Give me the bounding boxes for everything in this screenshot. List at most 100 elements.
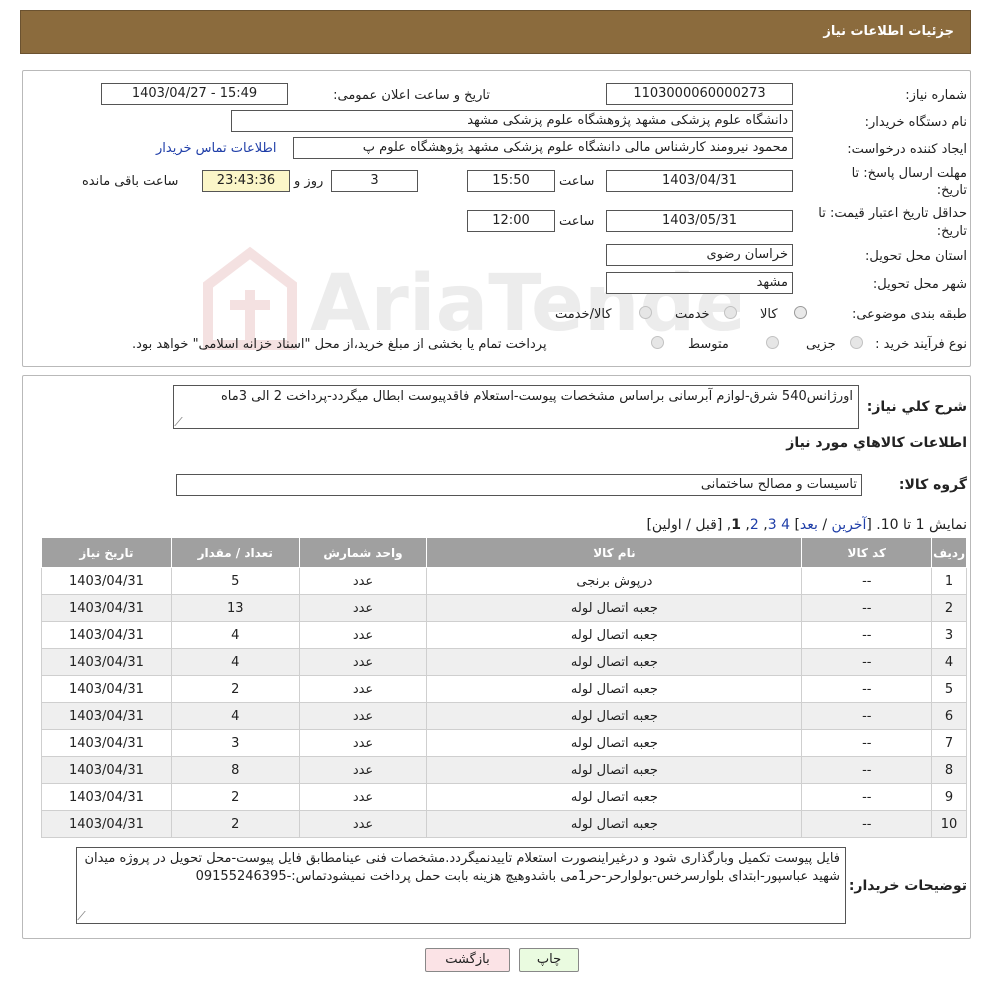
province-field: خراسان رضوی [606,244,793,266]
cell-row: 8 [931,756,967,784]
table-row: 7 -- جعبه اتصال لوله عدد 3 1403/04/31 [41,729,967,757]
announce-label: تاریخ و ساعت اعلان عمومی: [333,88,490,103]
col-date: تاریخ نیاز [41,537,172,568]
cell-name: جعبه اتصال لوله [426,729,803,757]
buyer-org-field: دانشگاه علوم پزشکی مشهد پژوهشگاه علوم پز… [231,110,793,132]
col-row: ردیف [931,537,967,568]
cell-name: جعبه اتصال لوله [426,810,803,838]
cell-unit: عدد [298,810,428,838]
cell-qty: 3 [170,729,300,757]
deadline-label: مهلت ارسال پاسخ: تا [851,166,967,181]
cell-unit: عدد [298,702,428,730]
validity-date-field: 1403/05/31 [606,210,793,232]
cell-code: -- [801,648,933,676]
city-label: شهر محل تحویل: [872,277,967,292]
cell-date: 1403/04/31 [41,810,172,838]
goods-section-title: اطلاعات کالاهاي مورد نياز [786,435,967,451]
cell-name: جعبه اتصال لوله [426,756,803,784]
cell-date: 1403/04/31 [41,702,172,730]
cell-name: جعبه اتصال لوله [426,675,803,703]
deadline-date-field: 1403/04/31 [606,170,793,192]
cell-code: -- [801,810,933,838]
cell-qty: 4 [170,702,300,730]
cell-date: 1403/04/31 [41,567,172,595]
cell-date: 1403/04/31 [41,648,172,676]
cell-unit: عدد [298,648,428,676]
category-option-goods-service: کالا/خدمت [555,307,612,322]
cell-row: 10 [931,810,967,838]
cell-code: -- [801,567,933,595]
cell-qty: 2 [170,810,300,838]
pager-page-4[interactable]: 4 [781,517,790,533]
days-field: 3 [331,170,418,192]
cell-qty: 2 [170,783,300,811]
remaining-time-field: 23:43:36 [202,170,290,192]
buyer-contact-link[interactable]: اطلاعات تماس خریدار [156,141,276,156]
table-row: 2 -- جعبه اتصال لوله عدد 13 1403/04/31 [41,594,967,622]
table-row: 1 -- درپوش برنجی عدد 5 1403/04/31 [41,567,967,595]
cell-name: جعبه اتصال لوله [426,621,803,649]
cell-date: 1403/04/31 [41,675,172,703]
table-row: 9 -- جعبه اتصال لوله عدد 2 1403/04/31 [41,783,967,811]
cell-unit: عدد [298,675,428,703]
remaining-label: ساعت باقی مانده [82,174,179,189]
category-option-service: خدمت [675,307,710,322]
cell-name: جعبه اتصال لوله [426,648,803,676]
cell-name: جعبه اتصال لوله [426,783,803,811]
back-button[interactable]: بازگشت [425,948,510,972]
col-code: کد کالا [801,537,933,568]
table-row: 3 -- جعبه اتصال لوله عدد 4 1403/04/31 [41,621,967,649]
table-row: 10 -- جعبه اتصال لوله عدد 2 1403/04/31 [41,810,967,838]
process-radio-treasury[interactable] [651,336,664,349]
pager-suffix: [قبل / اولین] [646,517,727,533]
cell-qty: 5 [170,567,300,595]
goods-table: ردیف کد کالا نام کالا واحد شمارش تعداد /… [41,537,967,838]
cell-code: -- [801,594,933,622]
pager-current-page: 1 [731,517,741,533]
print-button[interactable]: چاپ [519,948,579,972]
category-label: طبقه بندی موضوعی: [851,307,967,322]
cell-code: -- [801,675,933,703]
cell-row: 4 [931,648,967,676]
cell-unit: عدد [298,594,428,622]
cell-row: 5 [931,675,967,703]
buyer-notes-textarea[interactable]: فایل پیوست تکمیل وبارگذاری شود و درغیرای… [76,847,846,924]
page-title: جزئیات اطلاعات نیاز [823,24,954,39]
category-radio-goods-service[interactable] [639,306,652,319]
pager-page-3[interactable]: 3 [768,517,777,533]
col-unit: واحد شمارش [298,537,428,568]
cell-name: جعبه اتصال لوله [426,702,803,730]
cell-unit: عدد [298,783,428,811]
city-field: مشهد [606,272,793,294]
need-number-label: شماره نیاز: [905,88,967,103]
cell-date: 1403/04/31 [41,729,172,757]
validity-label: حداقل تاریخ اعتبار قیمت: تا [818,206,967,221]
cell-date: 1403/04/31 [41,783,172,811]
page-header: جزئیات اطلاعات نیاز [20,10,971,54]
cell-date: 1403/04/31 [41,621,172,649]
pager-next-link[interactable]: بعد [800,517,818,533]
pager-page-2[interactable]: 2 [750,517,759,533]
col-name: نام کالا [426,537,803,568]
validity-label-2: تاریخ: [936,224,967,239]
pager-last-link[interactable]: آخرین [832,517,867,533]
summary-textarea[interactable]: اورژانس540 شرق-لوازم آبرسانی براساس مشخص… [173,385,859,429]
announce-field: 1403/04/27 - 15:49 [101,83,288,105]
buyer-org-label: نام دستگاه خریدار: [864,115,967,130]
category-radio-goods[interactable] [794,306,807,319]
cell-row: 2 [931,594,967,622]
process-radio-medium[interactable] [766,336,779,349]
deadline-label-2: تاریخ: [936,183,967,198]
validity-time-field: 12:00 [467,210,555,232]
table-row: 6 -- جعبه اتصال لوله عدد 4 1403/04/31 [41,702,967,730]
pager: نمایش 1 تا 10. [آخرین / بعد] 4 3, 2, 1, … [646,517,967,533]
cell-row: 6 [931,702,967,730]
category-radio-service[interactable] [724,306,737,319]
process-label: نوع فرآیند خرید : [875,337,967,352]
process-radio-minor[interactable] [850,336,863,349]
cell-code: -- [801,729,933,757]
cell-code: -- [801,756,933,784]
deadline-time-field: 15:50 [467,170,555,192]
cell-qty: 13 [170,594,300,622]
cell-unit: عدد [298,567,428,595]
